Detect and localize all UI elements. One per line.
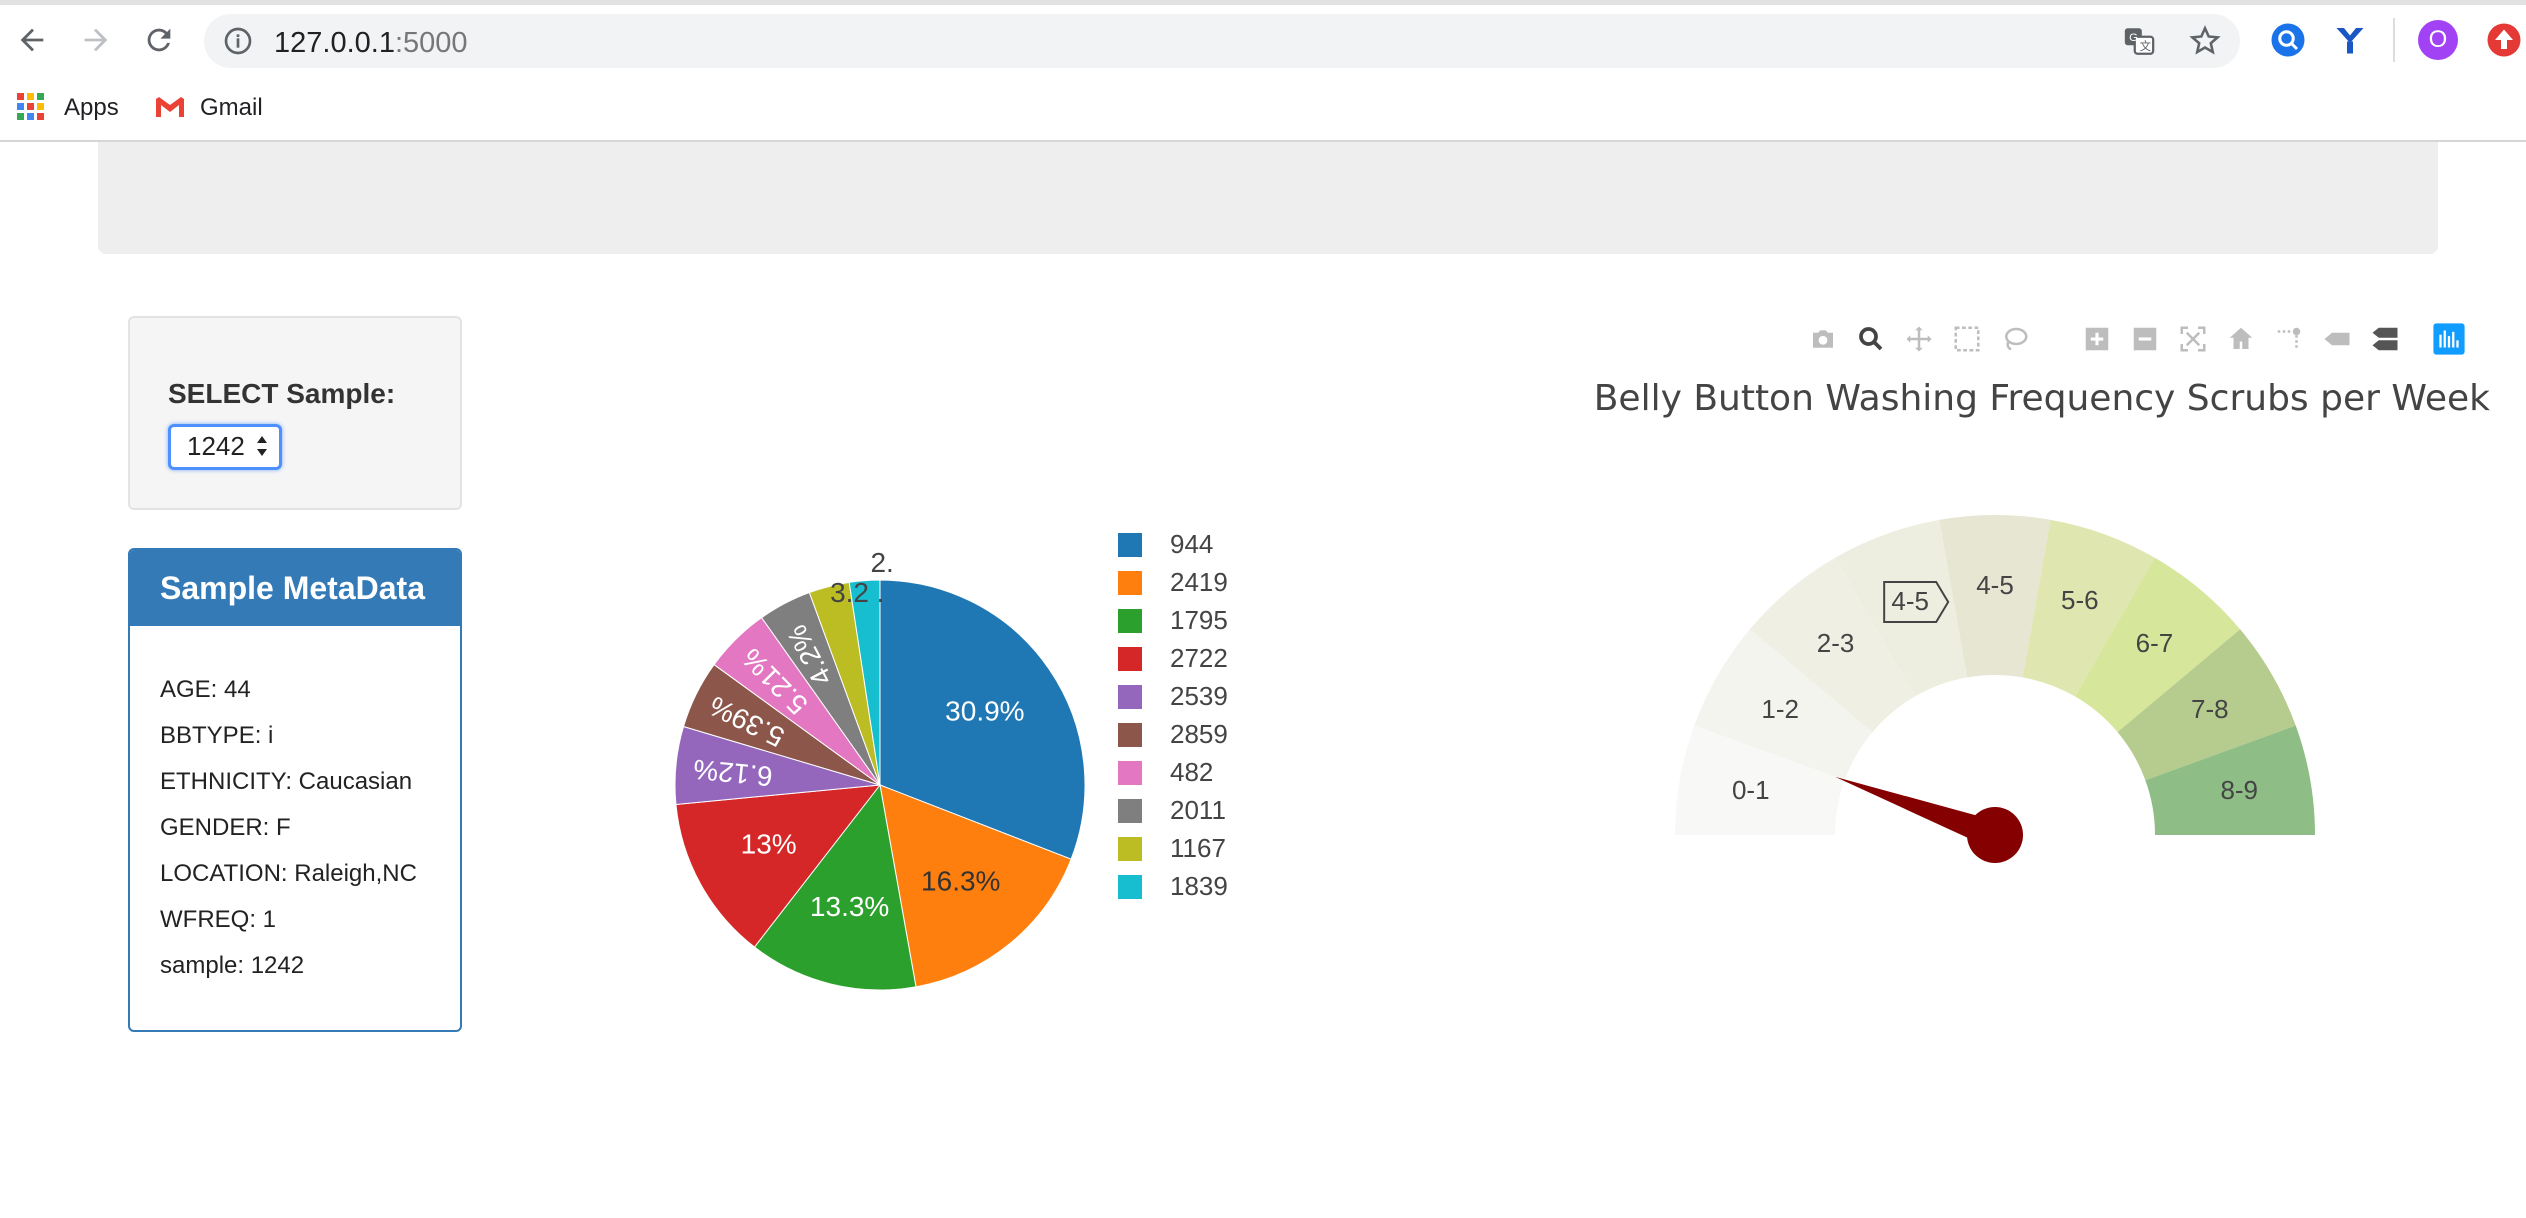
meta-age: AGE: 44 <box>160 676 251 703</box>
gauge-label-7-8: 7-8 <box>2191 694 2229 724</box>
pie-label-944: 30.9% <box>945 696 1024 727</box>
gauge-sectors <box>1675 515 2315 835</box>
back-icon[interactable] <box>8 16 56 64</box>
meta-sample: sample: 1242 <box>160 952 305 979</box>
legend-swatch-2722[interactable] <box>1118 647 1142 671</box>
forward-icon[interactable] <box>72 16 120 64</box>
url-text: 127.0.0.1:5000 <box>274 27 468 60</box>
meta-location: LOCATION: Raleigh,NC <box>160 860 417 887</box>
zoom-icon[interactable] <box>1852 320 1890 358</box>
legend-label-2539[interactable]: 2539 <box>1170 681 1228 711</box>
tab-strip-edge <box>0 0 2526 5</box>
apps-grid-icon[interactable] <box>16 92 46 127</box>
legend-label-1839[interactable]: 1839 <box>1170 871 1228 901</box>
sample-select[interactable]: 1242 <box>168 424 282 470</box>
pie-label-1795: 13.3% <box>810 891 889 922</box>
browser-toolbar: 127.0.0.1:5000 G文 O <box>0 0 2526 80</box>
legend-label-2011[interactable]: 2011 <box>1170 795 1226 825</box>
bookmark-gmail[interactable]: Gmail <box>200 94 263 122</box>
legend-label-482[interactable]: 482 <box>1170 757 1213 787</box>
pie-label-2722: 13% <box>741 829 797 860</box>
gauge-needle <box>1835 776 2023 863</box>
reload-icon[interactable] <box>135 16 183 64</box>
spike-lines-icon[interactable] <box>2270 320 2308 358</box>
meta-gender: GENDER: F <box>160 814 291 841</box>
hover-label-text: 4-5 <box>1891 586 1929 616</box>
extension-upload-icon[interactable] <box>2486 22 2522 63</box>
camera-icon[interactable] <box>1804 320 1842 358</box>
gauge-needle-hub <box>1967 807 2023 863</box>
gauge-label-8-9: 8-9 <box>2220 775 2258 805</box>
legend-label-1795[interactable]: 1795 <box>1170 605 1228 635</box>
gauge-label-4-5: 4-5 <box>1976 570 2014 600</box>
meta-bbtype: BBTYPE: i <box>160 722 274 749</box>
gauge-label-5-6: 5-6 <box>2061 585 2099 615</box>
legend-swatch-2539[interactable] <box>1118 685 1142 709</box>
pie-label-1839: 2. <box>870 547 893 578</box>
legend-swatch-2011[interactable] <box>1118 799 1142 823</box>
hover-compare-icon[interactable] <box>2366 320 2404 358</box>
extension-search-icon[interactable] <box>2270 22 2306 63</box>
autoscale-icon[interactable] <box>2174 320 2212 358</box>
plotly-logo-icon[interactable] <box>2430 320 2468 358</box>
pie-legend: 944 2419 1795 2722 2539 2859 482 2011 1167 1839 <box>1118 529 1228 901</box>
bookmark-star-icon[interactable] <box>2188 24 2222 63</box>
legend-label-944[interactable]: 944 <box>1170 529 1213 559</box>
panel-heading: Sample MetaData <box>130 550 460 626</box>
legend-label-2722[interactable]: 2722 <box>1170 643 1228 673</box>
profile-avatar[interactable]: O <box>2418 20 2458 60</box>
box-select-icon[interactable] <box>1948 320 1986 358</box>
zoom-in-icon[interactable] <box>2078 320 2116 358</box>
extension-y-icon[interactable] <box>2332 22 2368 63</box>
gauge-chart: 0-1 1-2 2-3 4-5 5-6 6-7 7-8 8-9 4-5 <box>1675 515 2315 863</box>
url-port: :5000 <box>394 27 468 59</box>
meta-ethnicity: ETHNICITY: Caucasian <box>160 768 413 795</box>
gmail-icon[interactable] <box>154 94 186 125</box>
home-icon[interactable] <box>2222 320 2260 358</box>
legend-swatch-944[interactable] <box>1118 533 1142 557</box>
legend-swatch-2859[interactable] <box>1118 723 1142 747</box>
translate-icon[interactable]: G文 <box>2122 24 2156 63</box>
svg-text:文: 文 <box>2140 39 2151 53</box>
gauge-label-6-7: 6-7 <box>2136 628 2174 658</box>
legend-label-2419[interactable]: 2419 <box>1170 567 1228 597</box>
bookmark-apps[interactable]: Apps <box>64 94 119 122</box>
gauge-hover-label: 4-5 <box>1883 580 1950 623</box>
legend-swatch-1167[interactable] <box>1118 837 1142 861</box>
legend-swatch-1839[interactable] <box>1118 875 1142 899</box>
legend-swatch-482[interactable] <box>1118 761 1142 785</box>
gauge-label-2-3: 2-3 <box>1817 628 1855 658</box>
pie-label-1167: 3.2 . <box>830 577 884 608</box>
gauge-title: Belly Button Washing Frequency Scrubs pe… <box>1593 378 2490 419</box>
legend-swatch-1795[interactable] <box>1118 609 1142 633</box>
pie-label-2419: 16.3% <box>921 866 1000 897</box>
gauge-label-0-1: 0-1 <box>1732 775 1770 805</box>
toolbar-divider <box>2393 18 2395 62</box>
sample-select-value: 1242 <box>187 431 245 461</box>
site-info-icon[interactable] <box>222 25 254 62</box>
lasso-icon[interactable] <box>1996 320 2034 358</box>
plotly-modebar <box>1800 320 2490 360</box>
legend-label-1167[interactable]: 1167 <box>1170 833 1226 863</box>
pan-icon[interactable] <box>1900 320 1938 358</box>
address-bar[interactable]: 127.0.0.1:5000 G文 <box>204 14 2240 68</box>
hover-closest-icon[interactable] <box>2318 320 2356 358</box>
select-sample-well: SELECT Sample: 1242 <box>128 316 462 510</box>
sample-metadata-panel: Sample MetaData AGE: 44 BBTYPE: i ETHNIC… <box>128 548 462 1032</box>
zoom-out-icon[interactable] <box>2126 320 2164 358</box>
select-sample-label: SELECT Sample: <box>168 378 396 409</box>
legend-label-2859[interactable]: 2859 <box>1170 719 1228 749</box>
panel-title: Sample MetaData <box>160 570 425 606</box>
svg-text:G: G <box>2129 32 2138 44</box>
gauge-label-1-2: 1-2 <box>1761 694 1799 724</box>
pie-chart: 30.9%16.3%13.3%13%6.12%5.39%5.21%4.2%3.2… <box>674 529 1228 991</box>
jumbotron <box>98 142 2438 254</box>
url-host: 127.0.0.1 <box>274 27 395 59</box>
legend-swatch-2419[interactable] <box>1118 571 1142 595</box>
meta-wfreq: WFREQ: 1 <box>160 906 277 933</box>
bookmarks-bar: Apps Gmail <box>0 80 2526 142</box>
select-arrows-icon <box>255 431 269 468</box>
